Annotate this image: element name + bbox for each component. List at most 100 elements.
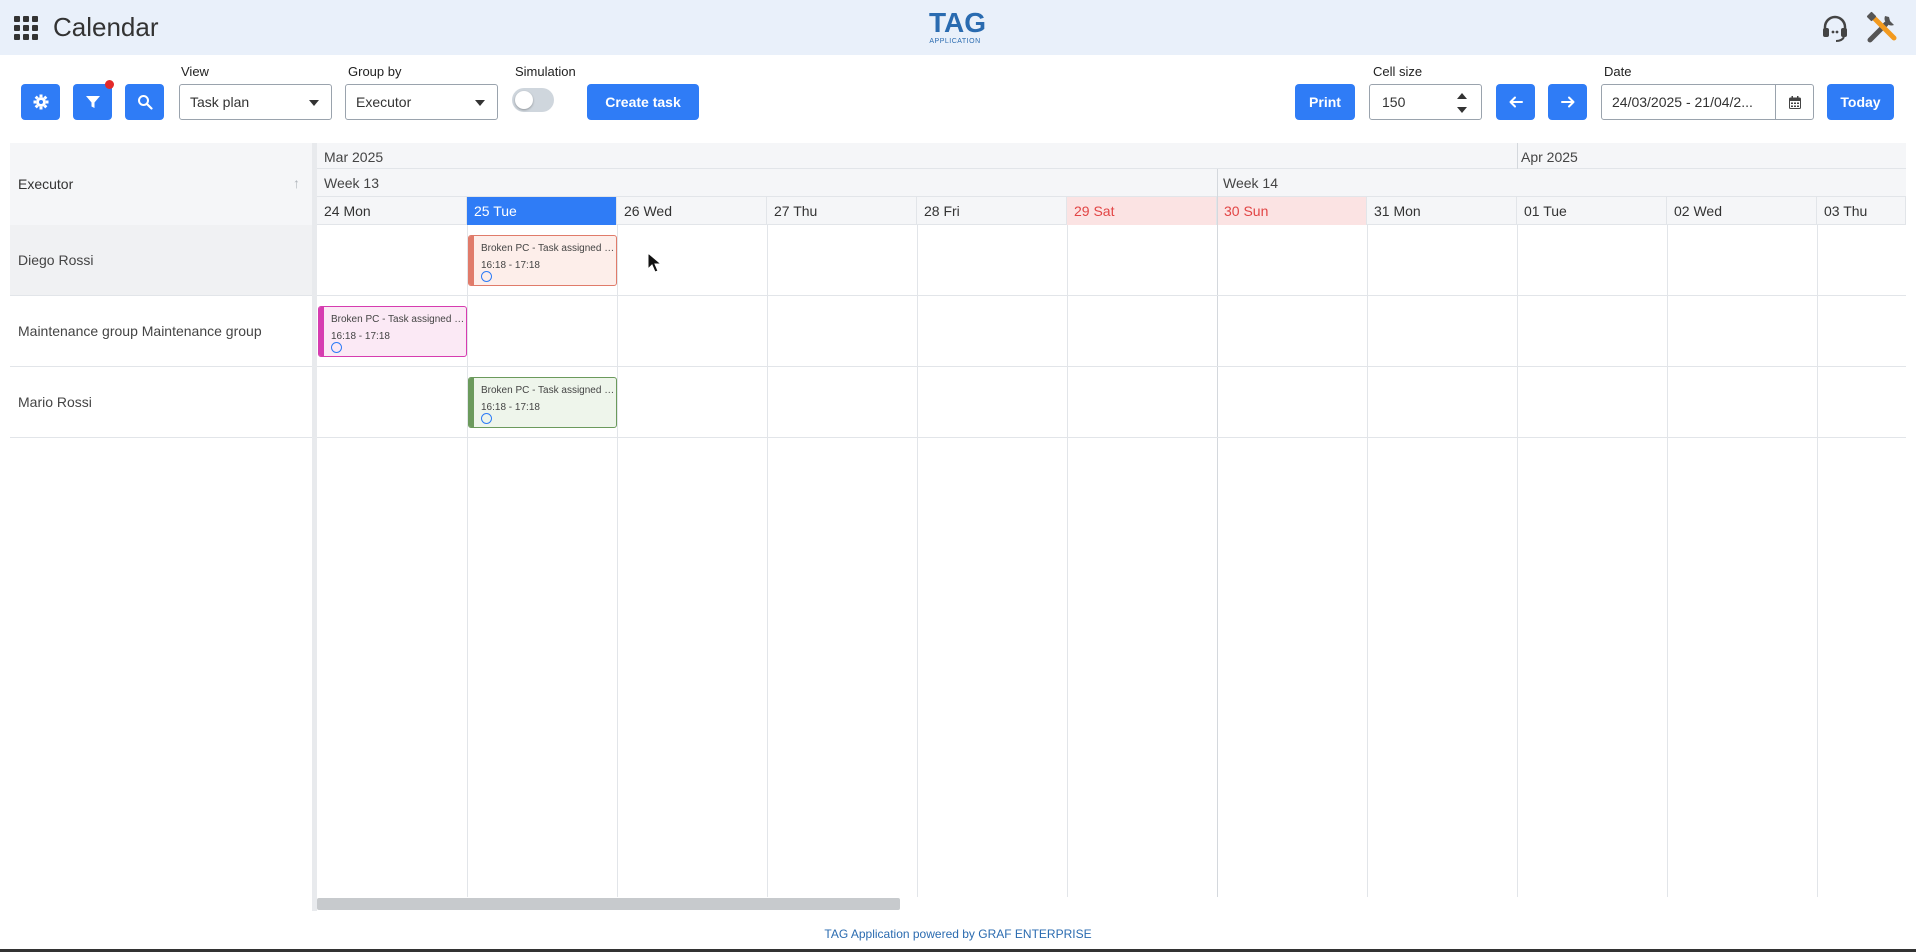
executor-name: Maintenance group Maintenance group bbox=[18, 323, 262, 339]
executor-name: Mario Rossi bbox=[18, 394, 92, 410]
row-line bbox=[317, 295, 1906, 296]
status-circle-icon bbox=[481, 271, 492, 282]
day-header-cell[interactable]: 31 Mon bbox=[1367, 197, 1517, 225]
task-event[interactable]: Broken PC - Task assigned to Maintenance… bbox=[318, 306, 467, 357]
settings-button[interactable] bbox=[21, 84, 60, 120]
day-header-row: 24 Mon 25 Tue 26 Wed 27 Thu 28 Fri 29 Sat 30 S… bbox=[317, 197, 1906, 225]
task-event[interactable]: Broken PC - Task assigned to Diego Rossi… bbox=[468, 235, 617, 286]
create-task-button[interactable]: Create task bbox=[587, 84, 699, 120]
chevron-down-icon bbox=[309, 100, 319, 106]
day-column-line bbox=[1667, 225, 1668, 897]
previous-button[interactable] bbox=[1496, 84, 1535, 120]
logo-text: TAG bbox=[929, 7, 987, 38]
day-header-cell[interactable]: 03 Thu bbox=[1817, 197, 1906, 225]
logo-subtext: APPLICATION bbox=[929, 38, 981, 45]
event-color-bar bbox=[319, 307, 324, 356]
panel-splitter[interactable] bbox=[312, 143, 317, 911]
event-time: 16:18 - 17:18 bbox=[481, 402, 540, 413]
view-select-value: Task plan bbox=[190, 94, 250, 110]
day-column-line bbox=[1367, 225, 1368, 897]
day-header-cell[interactable]: 29 Sat bbox=[1067, 197, 1217, 225]
status-circle-icon bbox=[331, 342, 342, 353]
day-header-cell[interactable]: 27 Thu bbox=[767, 197, 917, 225]
calendar-picker-button[interactable] bbox=[1775, 85, 1813, 119]
month-label: Apr 2025 bbox=[1521, 149, 1578, 165]
row-line bbox=[317, 366, 1906, 367]
month-boundary-line bbox=[1517, 143, 1518, 169]
status-circle-icon bbox=[481, 413, 492, 424]
view-label: View bbox=[181, 64, 209, 79]
apps-grid-icon[interactable] bbox=[14, 16, 38, 40]
date-range-field[interactable]: 24/03/2025 - 21/04/2... bbox=[1601, 84, 1814, 120]
toggle-knob bbox=[515, 91, 533, 109]
day-header-cell[interactable]: 26 Wed bbox=[617, 197, 767, 225]
tools-icon[interactable] bbox=[1864, 10, 1900, 46]
row-line bbox=[317, 437, 1906, 438]
headset-icon[interactable] bbox=[1820, 14, 1850, 42]
arrow-left-icon bbox=[1509, 96, 1523, 108]
event-color-bar bbox=[469, 236, 474, 285]
day-column-line bbox=[617, 225, 618, 897]
groupby-select-value: Executor bbox=[356, 94, 412, 110]
mouse-cursor-icon bbox=[647, 252, 663, 273]
horizontal-scrollbar[interactable] bbox=[317, 898, 900, 910]
groupby-select[interactable]: Executor bbox=[345, 84, 498, 120]
sort-arrow-icon[interactable]: ↑ bbox=[293, 175, 300, 191]
day-column-line bbox=[467, 225, 468, 897]
page-title: Calendar bbox=[53, 12, 159, 42]
day-column-line bbox=[767, 225, 768, 897]
today-button[interactable]: Today bbox=[1827, 84, 1894, 120]
gear-icon bbox=[33, 94, 48, 110]
simulation-toggle[interactable] bbox=[512, 88, 554, 112]
event-title: Broken PC - Task assigned to Diego Rossi bbox=[481, 243, 615, 254]
date-range-value: 24/03/2025 - 21/04/2... bbox=[1612, 94, 1753, 110]
filter-button[interactable] bbox=[73, 80, 114, 120]
day-header-cell[interactable]: 01 Tue bbox=[1517, 197, 1667, 225]
groupby-label: Group by bbox=[348, 64, 402, 79]
search-button[interactable] bbox=[125, 84, 164, 120]
executor-row[interactable]: Diego Rossi bbox=[10, 225, 312, 296]
event-time: 16:18 - 17:18 bbox=[331, 331, 390, 342]
executor-row[interactable]: Mario Rossi bbox=[10, 367, 312, 438]
cell-size-stepper[interactable]: 150 bbox=[1369, 84, 1482, 120]
executor-column-header[interactable]: Executor ↑ bbox=[10, 143, 312, 225]
month-label: Mar 2025 bbox=[324, 149, 384, 165]
day-header-cell[interactable]: 28 Fri bbox=[917, 197, 1067, 225]
day-header-cell[interactable]: 24 Mon bbox=[317, 197, 467, 225]
event-title: Broken PC - Task assigned to Mario Rossi bbox=[481, 385, 615, 396]
calendar-icon bbox=[1788, 95, 1801, 109]
day-column-line bbox=[1817, 225, 1818, 897]
day-header-cell[interactable]: 30 Sun bbox=[1217, 197, 1367, 225]
day-header-cell[interactable]: 25 Tue bbox=[467, 197, 617, 225]
week-boundary-line bbox=[1217, 169, 1218, 897]
search-icon bbox=[137, 95, 153, 110]
stepper-down-icon[interactable] bbox=[1457, 107, 1467, 113]
footer-text: TAG Application powered by GRAF ENTERPRI… bbox=[824, 927, 1092, 941]
date-label: Date bbox=[1604, 64, 1632, 79]
print-button[interactable]: Print bbox=[1295, 84, 1355, 120]
arrow-right-icon bbox=[1560, 96, 1574, 108]
event-time: 16:18 - 17:18 bbox=[481, 260, 540, 271]
app-header: Calendar TAG APPLICATION bbox=[0, 0, 1916, 55]
week-header-row: Week 13 Week 14 bbox=[317, 169, 1906, 197]
event-color-bar bbox=[469, 378, 474, 427]
cell-size-label: Cell size bbox=[1373, 64, 1423, 79]
executor-name: Diego Rossi bbox=[18, 252, 94, 268]
filter-icon bbox=[85, 96, 100, 108]
executor-row[interactable]: Maintenance group Maintenance group bbox=[10, 296, 312, 367]
filter-active-badge bbox=[105, 80, 114, 89]
day-column-line bbox=[1517, 225, 1518, 897]
week-label: Week 14 bbox=[1223, 175, 1278, 191]
executor-header-label: Executor bbox=[18, 176, 74, 192]
day-column-line bbox=[1067, 225, 1068, 897]
cell-size-value: 150 bbox=[1382, 94, 1406, 110]
simulation-label: Simulation bbox=[515, 64, 576, 79]
month-header-row: Mar 2025 Apr 2025 bbox=[317, 143, 1906, 169]
stepper-up-icon[interactable] bbox=[1457, 93, 1467, 99]
app-logo: TAG APPLICATION bbox=[929, 7, 987, 48]
next-button[interactable] bbox=[1548, 84, 1587, 120]
day-header-cell[interactable]: 02 Wed bbox=[1667, 197, 1817, 225]
view-select[interactable]: Task plan bbox=[179, 84, 332, 120]
task-event[interactable]: Broken PC - Task assigned to Mario Rossi… bbox=[468, 377, 617, 428]
chevron-down-icon bbox=[475, 100, 485, 106]
